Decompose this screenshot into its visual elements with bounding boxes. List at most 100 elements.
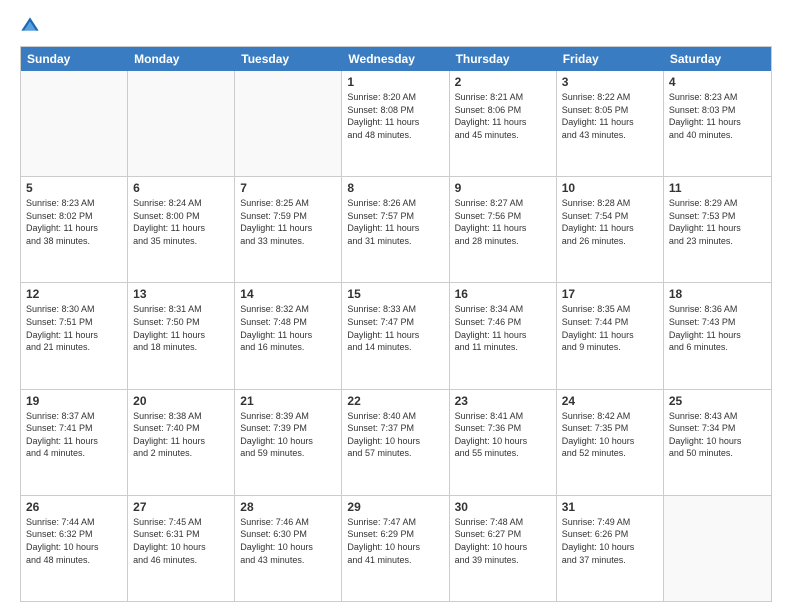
day-cell-9: 9 Sunrise: 8:27 AM Sunset: 7:56 PM Daylig… xyxy=(450,177,557,282)
day-cell-21: 21 Sunrise: 8:39 AM Sunset: 7:39 PM Dayli… xyxy=(235,390,342,495)
day-number: 29 xyxy=(347,500,443,514)
day-cell-27: 27 Sunrise: 7:45 AM Sunset: 6:31 PM Dayli… xyxy=(128,496,235,601)
day-number: 19 xyxy=(26,394,122,408)
day-number: 11 xyxy=(669,181,766,195)
cell-info: Sunrise: 8:26 AM Sunset: 7:57 PM Dayligh… xyxy=(347,197,443,247)
calendar-row-2: 12Sunrise: 8:30 AM Sunset: 7:51 PM Dayli… xyxy=(21,282,771,388)
day-cell-22: 22Sunrise: 8:40 AM Sunset: 7:37 PM Dayli… xyxy=(342,390,449,495)
day-cell-1: 1Sunrise: 8:20 AM Sunset: 8:08 PM Daylig… xyxy=(342,71,449,176)
day-cell-19: 19 Sunrise: 8:37 AM Sunset: 7:41 PM Dayli… xyxy=(21,390,128,495)
day-cell-3: 3 Sunrise: 8:22 AM Sunset: 8:05 PM Daylig… xyxy=(557,71,664,176)
cell-info: Sunrise: 7:49 AM Sunset: 6:26 PM Dayligh… xyxy=(562,516,658,566)
day-number: 23 xyxy=(455,394,551,408)
cell-info: Sunrise: 8:22 AM Sunset: 8:05 PM Dayligh… xyxy=(562,91,658,141)
cell-info: Sunrise: 8:41 AM Sunset: 7:36 PM Dayligh… xyxy=(455,410,551,460)
cell-info: Sunrise: 8:33 AM Sunset: 7:47 PM Dayligh… xyxy=(347,303,443,353)
header-day-friday: Friday xyxy=(557,47,664,71)
day-cell-7: 7Sunrise: 8:25 AM Sunset: 7:59 PM Daylig… xyxy=(235,177,342,282)
empty-cell xyxy=(21,71,128,176)
calendar-row-0: 1Sunrise: 8:20 AM Sunset: 8:08 PM Daylig… xyxy=(21,71,771,176)
day-cell-26: 26 Sunrise: 7:44 AM Sunset: 6:32 PM Dayli… xyxy=(21,496,128,601)
empty-cell xyxy=(235,71,342,176)
day-number: 6 xyxy=(133,181,229,195)
cell-info: Sunrise: 8:28 AM Sunset: 7:54 PM Dayligh… xyxy=(562,197,658,247)
calendar-row-1: 5 Sunrise: 8:23 AM Sunset: 8:02 PM Daylig… xyxy=(21,176,771,282)
day-number: 26 xyxy=(26,500,122,514)
calendar-row-3: 19 Sunrise: 8:37 AM Sunset: 7:41 PM Dayli… xyxy=(21,389,771,495)
cell-info: Sunrise: 8:23 AM Sunset: 8:03 PM Dayligh… xyxy=(669,91,766,141)
day-cell-12: 12Sunrise: 8:30 AM Sunset: 7:51 PM Dayli… xyxy=(21,283,128,388)
calendar-row-4: 26 Sunrise: 7:44 AM Sunset: 6:32 PM Dayli… xyxy=(21,495,771,601)
cell-info: Sunrise: 8:34 AM Sunset: 7:46 PM Dayligh… xyxy=(455,303,551,353)
cell-info: Sunrise: 7:47 AM Sunset: 6:29 PM Dayligh… xyxy=(347,516,443,566)
day-cell-23: 23 Sunrise: 8:41 AM Sunset: 7:36 PM Dayli… xyxy=(450,390,557,495)
empty-cell xyxy=(128,71,235,176)
day-cell-5: 5 Sunrise: 8:23 AM Sunset: 8:02 PM Daylig… xyxy=(21,177,128,282)
header-day-saturday: Saturday xyxy=(664,47,771,71)
day-cell-6: 6 Sunrise: 8:24 AM Sunset: 8:00 PM Daylig… xyxy=(128,177,235,282)
day-number: 4 xyxy=(669,75,766,89)
day-cell-11: 11 Sunrise: 8:29 AM Sunset: 7:53 PM Dayli… xyxy=(664,177,771,282)
day-number: 15 xyxy=(347,287,443,301)
day-number: 5 xyxy=(26,181,122,195)
day-number: 13 xyxy=(133,287,229,301)
calendar-body: 1Sunrise: 8:20 AM Sunset: 8:08 PM Daylig… xyxy=(21,71,771,601)
day-number: 7 xyxy=(240,181,336,195)
day-cell-18: 18Sunrise: 8:36 AM Sunset: 7:43 PM Dayli… xyxy=(664,283,771,388)
cell-info: Sunrise: 8:30 AM Sunset: 7:51 PM Dayligh… xyxy=(26,303,122,353)
cell-info: Sunrise: 8:21 AM Sunset: 8:06 PM Dayligh… xyxy=(455,91,551,141)
day-cell-25: 25 Sunrise: 8:43 AM Sunset: 7:34 PM Dayli… xyxy=(664,390,771,495)
day-number: 28 xyxy=(240,500,336,514)
cell-info: Sunrise: 7:44 AM Sunset: 6:32 PM Dayligh… xyxy=(26,516,122,566)
day-cell-16: 16Sunrise: 8:34 AM Sunset: 7:46 PM Dayli… xyxy=(450,283,557,388)
day-number: 20 xyxy=(133,394,229,408)
day-cell-10: 10 Sunrise: 8:28 AM Sunset: 7:54 PM Dayli… xyxy=(557,177,664,282)
day-number: 10 xyxy=(562,181,658,195)
day-number: 14 xyxy=(240,287,336,301)
cell-info: Sunrise: 8:39 AM Sunset: 7:39 PM Dayligh… xyxy=(240,410,336,460)
day-cell-8: 8Sunrise: 8:26 AM Sunset: 7:57 PM Daylig… xyxy=(342,177,449,282)
page: SundayMondayTuesdayWednesdayThursdayFrid… xyxy=(0,0,792,612)
logo xyxy=(20,16,42,36)
cell-info: Sunrise: 8:23 AM Sunset: 8:02 PM Dayligh… xyxy=(26,197,122,247)
day-cell-4: 4 Sunrise: 8:23 AM Sunset: 8:03 PM Daylig… xyxy=(664,71,771,176)
cell-info: Sunrise: 8:35 AM Sunset: 7:44 PM Dayligh… xyxy=(562,303,658,353)
cell-info: Sunrise: 8:31 AM Sunset: 7:50 PM Dayligh… xyxy=(133,303,229,353)
cell-info: Sunrise: 8:37 AM Sunset: 7:41 PM Dayligh… xyxy=(26,410,122,460)
cell-info: Sunrise: 8:38 AM Sunset: 7:40 PM Dayligh… xyxy=(133,410,229,460)
day-number: 9 xyxy=(455,181,551,195)
empty-cell xyxy=(664,496,771,601)
day-cell-20: 20 Sunrise: 8:38 AM Sunset: 7:40 PM Dayli… xyxy=(128,390,235,495)
cell-info: Sunrise: 8:43 AM Sunset: 7:34 PM Dayligh… xyxy=(669,410,766,460)
day-number: 3 xyxy=(562,75,658,89)
calendar: SundayMondayTuesdayWednesdayThursdayFrid… xyxy=(20,46,772,602)
cell-info: Sunrise: 8:42 AM Sunset: 7:35 PM Dayligh… xyxy=(562,410,658,460)
day-number: 31 xyxy=(562,500,658,514)
day-number: 25 xyxy=(669,394,766,408)
day-number: 2 xyxy=(455,75,551,89)
day-cell-29: 29 Sunrise: 7:47 AM Sunset: 6:29 PM Dayli… xyxy=(342,496,449,601)
cell-info: Sunrise: 8:27 AM Sunset: 7:56 PM Dayligh… xyxy=(455,197,551,247)
cell-info: Sunrise: 8:32 AM Sunset: 7:48 PM Dayligh… xyxy=(240,303,336,353)
day-number: 24 xyxy=(562,394,658,408)
day-number: 1 xyxy=(347,75,443,89)
header-day-wednesday: Wednesday xyxy=(342,47,449,71)
day-cell-31: 31 Sunrise: 7:49 AM Sunset: 6:26 PM Dayli… xyxy=(557,496,664,601)
day-number: 17 xyxy=(562,287,658,301)
cell-info: Sunrise: 8:29 AM Sunset: 7:53 PM Dayligh… xyxy=(669,197,766,247)
header-day-tuesday: Tuesday xyxy=(235,47,342,71)
day-cell-15: 15 Sunrise: 8:33 AM Sunset: 7:47 PM Dayli… xyxy=(342,283,449,388)
day-cell-17: 17 Sunrise: 8:35 AM Sunset: 7:44 PM Dayli… xyxy=(557,283,664,388)
header-day-monday: Monday xyxy=(128,47,235,71)
day-number: 21 xyxy=(240,394,336,408)
day-number: 27 xyxy=(133,500,229,514)
cell-info: Sunrise: 7:46 AM Sunset: 6:30 PM Dayligh… xyxy=(240,516,336,566)
cell-info: Sunrise: 7:45 AM Sunset: 6:31 PM Dayligh… xyxy=(133,516,229,566)
cell-info: Sunrise: 8:24 AM Sunset: 8:00 PM Dayligh… xyxy=(133,197,229,247)
header xyxy=(20,16,772,36)
day-number: 22 xyxy=(347,394,443,408)
day-cell-28: 28 Sunrise: 7:46 AM Sunset: 6:30 PM Dayli… xyxy=(235,496,342,601)
day-cell-24: 24 Sunrise: 8:42 AM Sunset: 7:35 PM Dayli… xyxy=(557,390,664,495)
calendar-header: SundayMondayTuesdayWednesdayThursdayFrid… xyxy=(21,47,771,71)
day-cell-13: 13 Sunrise: 8:31 AM Sunset: 7:50 PM Dayli… xyxy=(128,283,235,388)
